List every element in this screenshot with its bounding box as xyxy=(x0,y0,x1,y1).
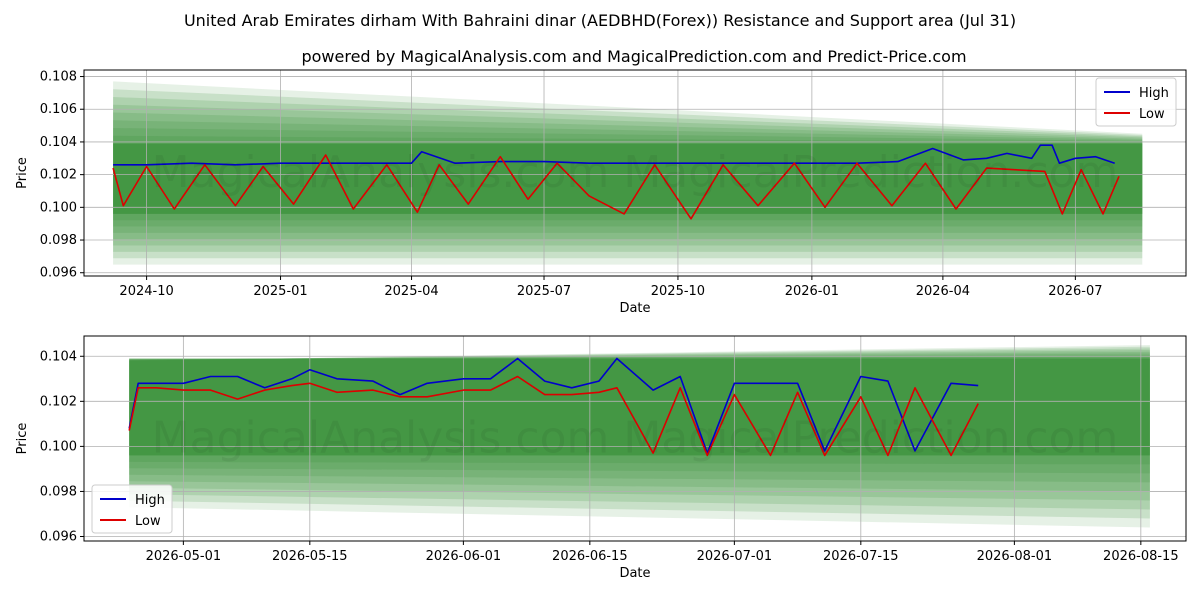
y-tick-label: 0.106 xyxy=(40,102,77,117)
x-tick-label: 2025-01 xyxy=(253,284,307,299)
x-tick-label: 2026-05-15 xyxy=(272,549,348,564)
y-tick-label: 0.096 xyxy=(40,529,77,544)
bottom-panel: MagicalAnalysis.com MagicalPrediction.co… xyxy=(15,335,1187,581)
legend-label-low: Low xyxy=(135,514,161,529)
x-tick-label: 2026-07 xyxy=(1048,284,1102,299)
legend: High Low xyxy=(91,484,173,534)
x-tick-label: 2026-07-01 xyxy=(697,549,773,564)
y-tick-label: 0.098 xyxy=(40,484,77,499)
legend: High Low xyxy=(1095,77,1177,127)
x-axis-label: Date xyxy=(619,566,650,581)
x-tick-label: 2026-08-15 xyxy=(1103,549,1179,564)
chart-title: United Arab Emirates dirham With Bahrain… xyxy=(184,11,1016,30)
y-tick-label: 0.102 xyxy=(40,168,77,183)
x-tick-label: 2025-04 xyxy=(384,284,438,299)
chart-subtitle: powered by MagicalAnalysis.com and Magic… xyxy=(301,47,966,66)
chart-canvas: United Arab Emirates dirham With Bahrain… xyxy=(15,11,1187,581)
y-axis-label: Price xyxy=(15,157,30,189)
x-tick-label: 2026-05-01 xyxy=(146,549,222,564)
y-tick-label: 0.098 xyxy=(40,233,77,248)
y-tick-label: 0.100 xyxy=(40,200,77,215)
x-tick-label: 2025-07 xyxy=(517,284,571,299)
y-tick-label: 0.096 xyxy=(40,266,77,281)
x-tick-label: 2026-06-15 xyxy=(552,549,628,564)
x-tick-label: 2026-07-15 xyxy=(823,549,899,564)
y-tick-label: 0.108 xyxy=(40,70,77,85)
y-tick-label: 0.102 xyxy=(40,394,77,409)
x-axis-label: Date xyxy=(619,301,650,316)
y-tick-label: 0.104 xyxy=(40,135,77,150)
legend-label-high: High xyxy=(135,493,165,508)
y-axis-label: Price xyxy=(15,423,30,455)
legend-label-low: Low xyxy=(1139,107,1165,122)
y-tick-label: 0.100 xyxy=(40,439,77,454)
x-tick-label: 2026-08-01 xyxy=(977,549,1053,564)
x-tick-label: 2026-06-01 xyxy=(426,549,502,564)
x-tick-label: 2025-10 xyxy=(651,284,705,299)
x-tick-label: 2026-04 xyxy=(916,284,970,299)
legend-label-high: High xyxy=(1139,86,1169,101)
top-panel: MagicalAnalysis.com MagicalPrediction.co… xyxy=(15,69,1187,316)
watermark: MagicalAnalysis.com MagicalPrediction.co… xyxy=(152,147,1119,198)
y-tick-label: 0.104 xyxy=(40,349,77,364)
x-tick-label: 2026-01 xyxy=(785,284,839,299)
watermark: MagicalAnalysis.com MagicalPrediction.co… xyxy=(152,413,1119,464)
x-tick-label: 2024-10 xyxy=(119,284,173,299)
